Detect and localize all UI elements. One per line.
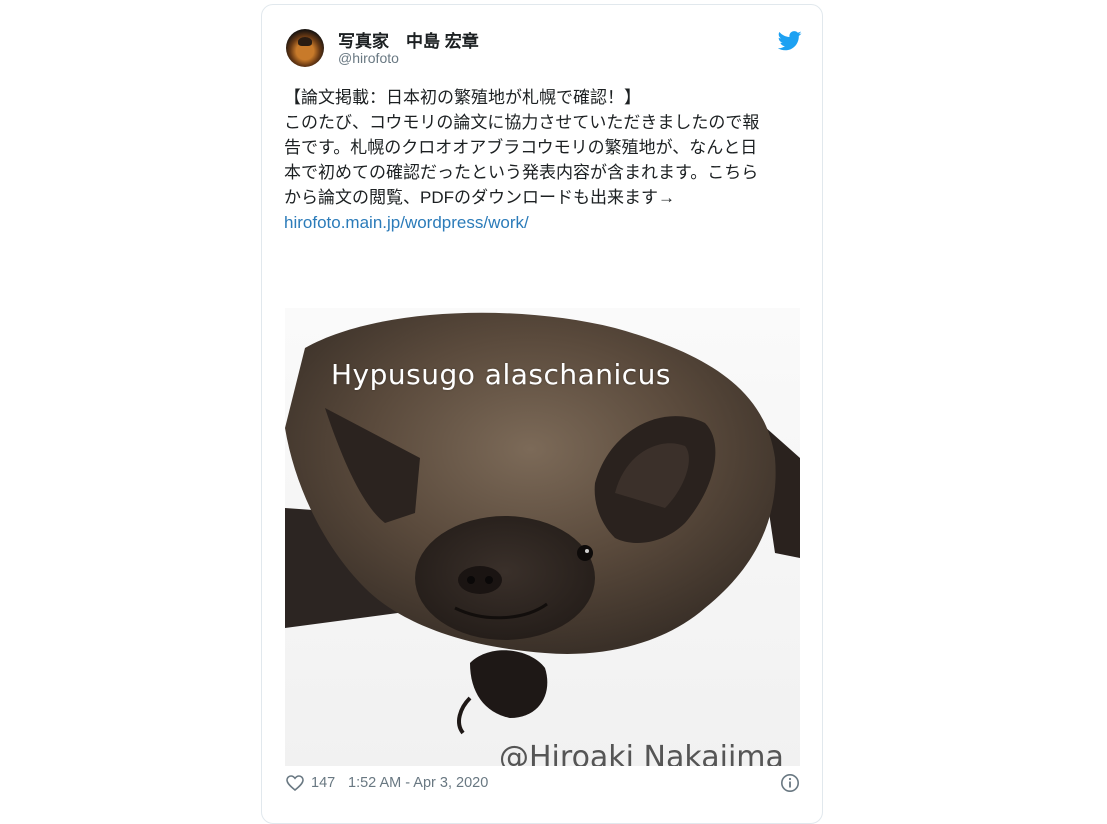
tweet-text-line: 告です。札幌のクロオオアブラコウモリの繁殖地が、なんと日 <box>284 138 758 157</box>
display-name[interactable]: 写真家 中島 宏章 <box>338 27 479 52</box>
like-count[interactable]: 147 <box>311 775 335 791</box>
photo-watermark: @Hiroaki Nakajima <box>499 740 784 766</box>
tweet-text-line: から論文の閲覧、PDFのダウンロードも出来ます→ <box>284 188 675 207</box>
tweet-media-photo[interactable]: Hypusugo alaschanicus @Hiroaki Nakajima <box>285 308 800 766</box>
avatar[interactable] <box>286 29 324 67</box>
twitter-bird-icon[interactable] <box>778 31 802 51</box>
species-caption: Hypusugo alaschanicus <box>331 358 672 391</box>
handle[interactable]: @hirofoto <box>338 50 399 66</box>
tweet-text-line: 【論文掲載：日本初の繁殖地が札幌で確認！】 <box>284 88 641 107</box>
tweet-card[interactable]: 写真家 中島 宏章 @hirofoto 【論文掲載：日本初の繁殖地が札幌で確認！… <box>261 4 823 824</box>
tweet-timestamp[interactable]: 1:52 AM - Apr 3, 2020 <box>348 775 488 791</box>
tweet-text: 【論文掲載：日本初の繁殖地が札幌で確認！】 このたび、コウモリの論文に協力させて… <box>284 85 804 235</box>
tweet-text-line: 本で初めての確認だったという発表内容が含まれます。こちら <box>284 163 759 182</box>
tweet-footer: 147 1:52 AM - Apr 3, 2020 <box>286 773 802 795</box>
info-icon[interactable] <box>780 773 800 793</box>
heart-icon[interactable] <box>286 775 304 791</box>
tweet-text-line: このたび、コウモリの論文に協力させていただきましたので報 <box>284 113 760 132</box>
tweet-link[interactable]: hirofoto.main.jp/wordpress/work/ <box>284 210 804 235</box>
